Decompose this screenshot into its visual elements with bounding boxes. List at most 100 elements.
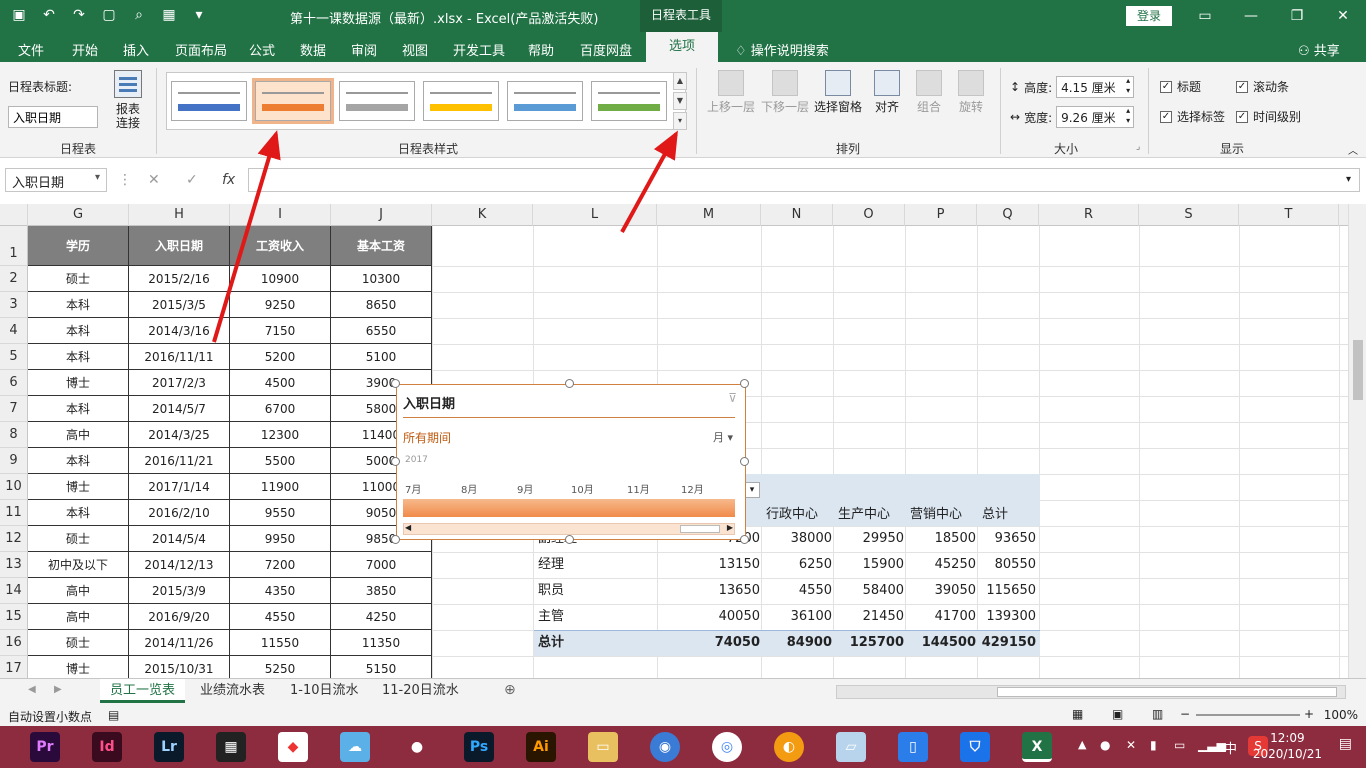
table-cell[interactable]: 本科 [28,344,129,370]
pivot-total-cell[interactable]: 125700 [850,630,904,656]
pivot-cell[interactable]: 93650 [995,526,1036,552]
table-cell[interactable]: 7150 [230,318,331,344]
table-cell[interactable]: 10300 [331,266,432,292]
normal-view-icon[interactable]: ▦ [1072,707,1083,721]
table-cell[interactable]: 本科 [28,448,129,474]
close-icon[interactable]: ✕ [1328,4,1358,28]
collapse-ribbon-icon[interactable]: ︿ [1348,142,1358,157]
tab-review[interactable]: 审阅 [351,40,377,59]
tab-baidu-netdisk[interactable]: 百度网盘 [580,40,632,59]
pivot-cell[interactable]: 15900 [863,552,904,578]
tab-page-layout[interactable]: 页面布局 [175,40,227,59]
chrome-icon[interactable]: ◎ [712,732,742,762]
login-button[interactable]: 登录 [1126,6,1172,26]
sheet-tab-performance[interactable]: 业绩流水表 [190,679,275,703]
gallery-up-icon[interactable]: ▲ [673,72,687,90]
table-cell[interactable]: 2015/2/16 [129,266,230,292]
tab-formulas[interactable]: 公式 [249,40,275,59]
table-cell[interactable]: 硕士 [28,526,129,552]
photoshop-icon[interactable]: Ps [464,732,494,762]
resize-handle[interactable] [391,535,400,544]
chat-app-icon[interactable]: ☁ [340,732,370,762]
gallery-down-icon[interactable]: ▼ [673,92,687,110]
worksheet-grid[interactable]: GHIJKLMNOPQRST 1 2 3 4 5 6 7 8 9 10 11 12 13 14 15 16 17… [0,204,1366,678]
row-header[interactable]: 2 [0,266,28,292]
new-file-icon[interactable]: ▢ [100,6,118,24]
table-cell[interactable]: 9250 [230,292,331,318]
app-icon[interactable]: ◐ [774,732,804,762]
timeline-style-1[interactable] [171,81,247,121]
expand-formula-icon[interactable]: ▾ [1346,174,1351,185]
clear-filter-icon[interactable]: ⊽ [728,391,737,405]
show-selection-label-checkbox[interactable]: ✓ 选择标签 [1160,108,1225,125]
row-header[interactable]: 13 [0,552,28,578]
pivot-cell[interactable]: 职员 [538,578,564,604]
row-header[interactable]: 17 [0,656,28,678]
table-cell[interactable]: 2015/3/9 [129,578,230,604]
row-header[interactable]: 14 [0,578,28,604]
resize-handle[interactable] [740,535,749,544]
premiere-icon[interactable]: Pr [30,732,60,762]
pivot-cell[interactable]: 4550 [799,578,832,604]
table-cell[interactable]: 6700 [230,396,331,422]
lightroom-icon[interactable]: Lr [154,732,184,762]
column-header[interactable]: S [1139,204,1239,226]
table-cell[interactable]: 7000 [331,552,432,578]
gallery-more-icon[interactable]: ▾ [673,112,687,130]
table-header-cell[interactable]: 入职日期 [129,226,230,266]
timeline-scroll-thumb[interactable] [680,525,720,533]
sheet-tab-employees[interactable]: 员工一览表 [100,679,186,703]
table-cell[interactable]: 8650 [331,292,432,318]
excel-icon[interactable]: X [1022,732,1052,762]
formula-input[interactable] [248,168,1360,192]
send-backward-button[interactable]: 下移一层 [760,70,810,115]
row-header[interactable]: 8 [0,422,28,448]
column-header[interactable]: K [432,204,533,226]
tray-expand-icon[interactable]: ▲ [1078,738,1086,751]
table-cell[interactable]: 10900 [230,266,331,292]
height-spinner[interactable]: 4.15 厘米 [1056,76,1135,98]
pivot-cell[interactable]: 6250 [799,552,832,578]
pivot-total-cell[interactable]: 74050 [715,630,760,656]
page-layout-view-icon[interactable]: ▣ [1112,707,1123,721]
column-header[interactable]: P [905,204,977,226]
qq-icon[interactable]: ● [402,732,432,762]
table-cell[interactable]: 初中及以下 [28,552,129,578]
table-cell[interactable]: 4500 [230,370,331,396]
horizontal-scroll-thumb[interactable] [997,687,1337,697]
table-cell[interactable]: 12300 [230,422,331,448]
pivot-cell[interactable]: 36100 [791,604,832,630]
insert-function-icon[interactable]: fx [222,172,235,188]
indesign-icon[interactable]: Id [92,732,122,762]
share-button[interactable]: ⚇ 共享 [1298,40,1340,59]
vertical-scroll-thumb[interactable] [1353,340,1363,400]
row-header[interactable]: 16 [0,630,28,656]
tray-signal-icon[interactable]: ▁▃▅ [1198,738,1226,752]
save-icon[interactable]: ▣ [10,6,28,24]
table-cell[interactable]: 高中 [28,422,129,448]
table-cell[interactable]: 2016/9/20 [129,604,230,630]
row-header[interactable]: 7 [0,396,28,422]
row-header[interactable]: 10 [0,474,28,500]
row-header[interactable]: 3 [0,292,28,318]
show-time-level-checkbox[interactable]: ✓ 时间级别 [1236,108,1301,125]
table-cell[interactable]: 本科 [28,292,129,318]
tab-insert[interactable]: 插入 [123,40,149,59]
undo-icon[interactable]: ↶ [40,6,58,24]
tab-home[interactable]: 开始 [72,40,98,59]
table-cell[interactable]: 2014/3/25 [129,422,230,448]
column-header[interactable]: L [533,204,657,226]
resize-handle[interactable] [740,379,749,388]
table-cell[interactable]: 2017/1/14 [129,474,230,500]
pivot-filter-dropdown-icon[interactable]: ▾ [744,482,760,498]
minimize-icon[interactable]: — [1236,4,1266,28]
column-header[interactable]: O [833,204,905,226]
pivot-cell[interactable]: 经理 [538,552,564,578]
row-header[interactable]: 9 [0,448,28,474]
form-icon[interactable]: ▦ [160,6,178,24]
table-cell[interactable]: 2017/2/3 [129,370,230,396]
file-explorer-icon[interactable]: ▭ [588,732,618,762]
pivot-cell[interactable]: 18500 [935,526,976,552]
timeline-selection-bar[interactable] [403,499,735,517]
rotate-button[interactable]: 旋转 [946,70,996,115]
